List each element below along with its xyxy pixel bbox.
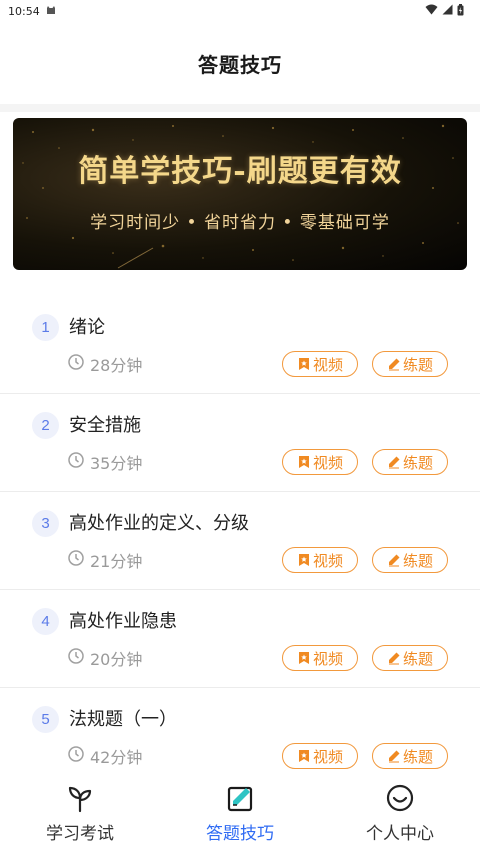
banner-sparkle-decoration — [22, 124, 459, 269]
list-item[interactable]: 2 安全措施 35分钟 视频 练题 — [0, 394, 480, 492]
pencil-icon — [387, 749, 401, 763]
status-left: 10:54 — [8, 5, 56, 18]
duration-text: 28分钟 — [90, 356, 143, 375]
smile-icon — [385, 783, 415, 813]
sprout-icon — [65, 783, 95, 813]
practice-button-label: 练题 — [402, 649, 433, 668]
list-item[interactable]: 4 高处作业隐患 20分钟 视频 练题 — [0, 590, 480, 688]
banner-subtitle: 学习时间少 • 省时省力 • 零基础可学 — [90, 213, 390, 233]
bookmark-icon — [297, 651, 311, 665]
bottom-nav: 学习考试 答题技巧 个人中心 — [0, 773, 480, 853]
pencil-icon — [387, 455, 401, 469]
clock-icon — [68, 648, 84, 668]
video-button-label: 视频 — [312, 355, 343, 374]
wifi-icon — [425, 4, 438, 18]
bookmark-icon — [297, 357, 311, 371]
duration-text: 42分钟 — [90, 748, 143, 767]
lesson-title[interactable]: 安全措施 — [69, 412, 141, 439]
bookmark-icon — [297, 749, 311, 763]
practice-button[interactable]: 练题 — [372, 547, 448, 573]
signal-icon — [442, 4, 453, 18]
practice-button-label: 练题 — [402, 551, 433, 570]
list-item[interactable]: 3 高处作业的定义、分级 21分钟 视频 练题 — [0, 492, 480, 590]
lesson-duration: 28分钟 — [68, 352, 142, 376]
lesson-title[interactable]: 高处作业的定义、分级 — [69, 510, 249, 537]
list-item[interactable]: 1 绪论 28分钟 视频 练题 — [0, 296, 480, 394]
clock-icon — [68, 354, 84, 374]
list-item[interactable]: 5 法规题（一） 42分钟 视频 练题 — [0, 688, 480, 786]
duration-text: 35分钟 — [90, 454, 143, 473]
status-bar: 10:54 — [0, 0, 480, 22]
nav-label-profile: 个人中心 — [366, 824, 434, 844]
lesson-number-badge: 2 — [32, 412, 59, 439]
lesson-title[interactable]: 绪论 — [69, 314, 105, 341]
app-header: 答题技巧 — [0, 22, 480, 104]
practice-button[interactable]: 练题 — [372, 645, 448, 671]
lesson-duration: 42分钟 — [68, 744, 142, 768]
video-button[interactable]: 视频 — [282, 547, 358, 573]
pencil-icon — [387, 651, 401, 665]
header-divider — [0, 104, 480, 112]
edit-icon — [225, 783, 255, 813]
video-button[interactable]: 视频 — [282, 351, 358, 377]
section-spacer — [0, 270, 480, 296]
nav-item-study-exam[interactable]: 学习考试 — [0, 773, 160, 853]
clock-icon — [68, 452, 84, 472]
practice-button[interactable]: 练题 — [372, 449, 448, 475]
status-time: 10:54 — [8, 4, 40, 18]
nav-label-answer-tips: 答题技巧 — [206, 824, 274, 844]
practice-button-label: 练题 — [402, 747, 433, 766]
bookmark-icon — [297, 553, 311, 567]
page-title: 答题技巧 — [198, 52, 282, 77]
video-button-label: 视频 — [312, 747, 343, 766]
promo-banner[interactable]: 简单学技巧-刷题更有效 学习时间少 • 省时省力 • 零基础可学 — [13, 118, 467, 270]
video-button-label: 视频 — [312, 649, 343, 668]
nav-item-profile[interactable]: 个人中心 — [320, 773, 480, 853]
banner-title: 简单学技巧-刷题更有效 — [78, 154, 402, 189]
practice-button-label: 练题 — [402, 453, 433, 472]
practice-button-label: 练题 — [402, 355, 433, 374]
lesson-duration: 21分钟 — [68, 548, 142, 572]
notification-cat-icon — [46, 5, 56, 18]
lesson-title[interactable]: 法规题（一） — [69, 706, 177, 733]
video-button-label: 视频 — [312, 551, 343, 570]
nav-label-study-exam: 学习考试 — [46, 824, 114, 844]
lesson-list: 1 绪论 28分钟 视频 练题 2 安全措施 35分钟 视频 练题 3 高处作业… — [0, 296, 480, 786]
pencil-icon — [387, 357, 401, 371]
video-button[interactable]: 视频 — [282, 645, 358, 671]
video-button[interactable]: 视频 — [282, 449, 358, 475]
video-button[interactable]: 视频 — [282, 743, 358, 769]
battery-icon — [457, 3, 464, 19]
duration-text: 21分钟 — [90, 552, 143, 571]
lesson-duration: 20分钟 — [68, 646, 142, 670]
duration-text: 20分钟 — [90, 650, 143, 669]
practice-button[interactable]: 练题 — [372, 351, 448, 377]
lesson-number-badge: 4 — [32, 608, 59, 635]
video-button-label: 视频 — [312, 453, 343, 472]
lesson-duration: 35分钟 — [68, 450, 142, 474]
clock-icon — [68, 550, 84, 570]
status-right — [425, 3, 464, 19]
lesson-number-badge: 1 — [32, 314, 59, 341]
nav-item-answer-tips[interactable]: 答题技巧 — [160, 773, 320, 853]
lesson-number-badge: 5 — [32, 706, 59, 733]
lesson-number-badge: 3 — [32, 510, 59, 537]
practice-button[interactable]: 练题 — [372, 743, 448, 769]
bookmark-icon — [297, 455, 311, 469]
lesson-title[interactable]: 高处作业隐患 — [69, 608, 177, 635]
pencil-icon — [387, 553, 401, 567]
clock-icon — [68, 746, 84, 766]
